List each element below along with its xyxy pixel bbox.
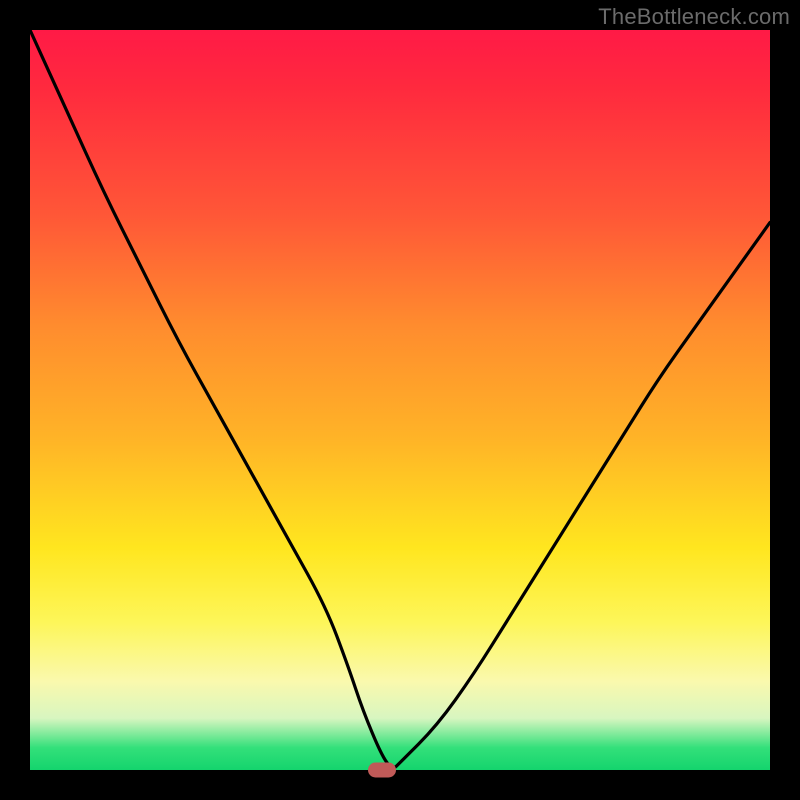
curve-svg: [30, 30, 770, 770]
plot-area: [30, 30, 770, 770]
minimum-marker: [368, 763, 396, 778]
watermark-text: TheBottleneck.com: [598, 4, 790, 30]
chart-frame: TheBottleneck.com: [0, 0, 800, 800]
bottleneck-curve-path: [30, 30, 770, 768]
